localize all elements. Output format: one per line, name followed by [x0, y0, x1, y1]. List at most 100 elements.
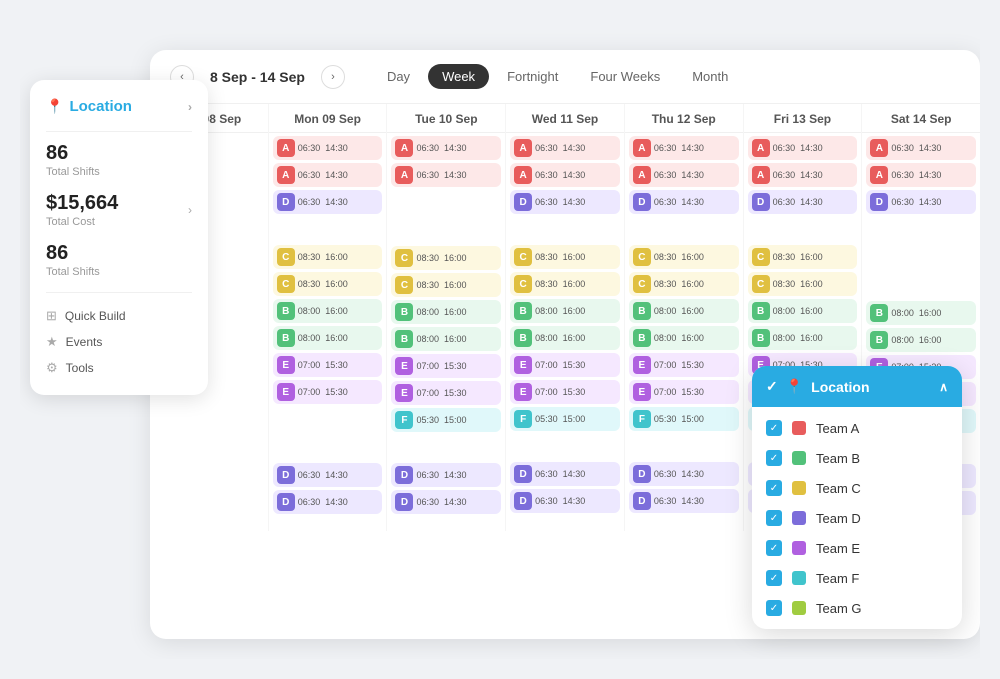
tab-day[interactable]: Day — [373, 64, 424, 89]
stat-cost-chevron-icon: › — [188, 203, 192, 217]
team-a-check-icon: ✓ — [766, 420, 782, 436]
shift-mon-d1[interactable]: D 06:30 14:30 — [273, 190, 383, 214]
shift-tue-c1[interactable]: C 08:30 16:00 — [391, 246, 501, 270]
shift-tue-b2[interactable]: B 08:00 16:00 — [391, 327, 501, 351]
shift-thu-c2[interactable]: C 08:30 16:00 — [629, 272, 739, 296]
team-item-f[interactable]: ✓ Team F — [752, 563, 962, 593]
shift-tue-d2[interactable]: D 06:30 14:30 — [391, 490, 501, 514]
dropdown-header-label: Location — [811, 379, 869, 395]
shift-wed-a2[interactable]: A 06:30 14:30 — [510, 163, 620, 187]
shift-tue-f1[interactable]: F 05:30 15:00 — [391, 408, 501, 432]
tab-fortnight[interactable]: Fortnight — [493, 64, 572, 89]
shift-tue-empty3 — [391, 435, 501, 460]
shift-thu-a1[interactable]: A 06:30 14:30 — [629, 136, 739, 160]
team-f-check-icon: ✓ — [766, 570, 782, 586]
shift-fri-a1[interactable]: A 06:30 14:30 — [748, 136, 858, 160]
sidebar-card: 📍 Location › 86 Total Shifts $15,664 Tot… — [30, 80, 208, 395]
shift-tue-e1[interactable]: E 07:00 15:30 — [391, 354, 501, 378]
team-e-label: Team E — [816, 541, 860, 556]
shift-wed-f1[interactable]: F 05:30 15:00 — [510, 407, 620, 431]
team-item-a[interactable]: ✓ Team A — [752, 413, 962, 443]
sidebar-chevron-icon: › — [188, 100, 192, 114]
shift-tue-b1[interactable]: B 08:00 16:00 — [391, 300, 501, 324]
shift-thu-c1[interactable]: C 08:30 16:00 — [629, 245, 739, 269]
shift-tue-c2[interactable]: C 08:30 16:00 — [391, 273, 501, 297]
tools-icon: ⚙ — [46, 360, 58, 376]
shift-mon-e1[interactable]: E 07:00 15:30 — [273, 353, 383, 377]
shift-fri-c1[interactable]: C 08:30 16:00 — [748, 245, 858, 269]
shift-fri-b2[interactable]: B 08:00 16:00 — [748, 326, 858, 350]
team-b-check-icon: ✓ — [766, 450, 782, 466]
shift-wed-c1[interactable]: C 08:30 16:00 — [510, 245, 620, 269]
shift-sat-d1[interactable]: D 06:30 14:30 — [866, 190, 976, 214]
shift-thu-e2[interactable]: E 07:00 15:30 — [629, 380, 739, 404]
shift-thu-b2[interactable]: B 08:00 16:00 — [629, 326, 739, 350]
shift-sat-a2[interactable]: A 06:30 14:30 — [866, 163, 976, 187]
shift-sat-empty1 — [866, 217, 976, 242]
team-item-d[interactable]: ✓ Team D — [752, 503, 962, 533]
shift-mon-a1[interactable]: A 06:30 14:30 — [273, 136, 383, 160]
shift-wed-e1[interactable]: E 07:00 15:30 — [510, 353, 620, 377]
menu-item-quick-build[interactable]: ⊞ Quick Build — [46, 303, 192, 329]
stat-total-cost[interactable]: $15,664 Total Cost › — [46, 192, 192, 228]
dropdown-body: ✓ Team A ✓ Team B ✓ Team C ✓ Team D ✓ — [752, 407, 962, 629]
team-item-b[interactable]: ✓ Team B — [752, 443, 962, 473]
shift-sat-b1[interactable]: B 08:00 16:00 — [866, 301, 976, 325]
shift-tue-a1[interactable]: A 06:30 14:30 — [391, 136, 501, 160]
team-a-dot — [792, 421, 806, 435]
shift-wed-d2[interactable]: D 06:30 14:30 — [510, 462, 620, 486]
menu-item-tools[interactable]: ⚙ Tools — [46, 355, 192, 381]
shift-fri-d1[interactable]: D 06:30 14:30 — [748, 190, 858, 214]
shift-tue-e2[interactable]: E 07:00 15:30 — [391, 381, 501, 405]
shift-mon-c1[interactable]: C 08:30 16:00 — [273, 245, 383, 269]
team-g-label: Team G — [816, 601, 862, 616]
shift-mon-c2[interactable]: C 08:30 16:00 — [273, 272, 383, 296]
shift-fri-c2[interactable]: C 08:30 16:00 — [748, 272, 858, 296]
shift-wed-e2[interactable]: E 07:00 15:30 — [510, 380, 620, 404]
shift-mon-b2[interactable]: B 08:00 16:00 — [273, 326, 383, 350]
shift-mon-d3[interactable]: D 06:30 14:30 — [273, 490, 383, 514]
shift-thu-d1[interactable]: D 06:30 14:30 — [629, 190, 739, 214]
tab-week[interactable]: Week — [428, 64, 489, 89]
shift-sat-b2[interactable]: B 08:00 16:00 — [866, 328, 976, 352]
shift-mon-b1[interactable]: B 08:00 16:00 — [273, 299, 383, 323]
next-button[interactable]: › — [321, 65, 345, 89]
shift-wed-d1[interactable]: D 06:30 14:30 — [510, 190, 620, 214]
shift-mon-e2[interactable]: E 07:00 15:30 — [273, 380, 383, 404]
shift-wed-c2[interactable]: C 08:30 16:00 — [510, 272, 620, 296]
shift-tue-a2[interactable]: A 06:30 14:30 — [391, 163, 501, 187]
divider-2 — [46, 292, 192, 293]
team-e-check-icon: ✓ — [766, 540, 782, 556]
shift-wed-d3[interactable]: D 06:30 14:30 — [510, 489, 620, 513]
shift-tue-d1[interactable]: D 06:30 14:30 — [391, 463, 501, 487]
menu-label-quick-build: Quick Build — [65, 309, 126, 323]
shift-wed-b2[interactable]: B 08:00 16:00 — [510, 326, 620, 350]
shift-fri-a2[interactable]: A 06:30 14:30 — [748, 163, 858, 187]
shift-thu-d3[interactable]: D 06:30 14:30 — [629, 489, 739, 513]
tab-month[interactable]: Month — [678, 64, 742, 89]
shift-mon-d2[interactable]: D 06:30 14:30 — [273, 463, 383, 487]
col-tue: Tue 10 Sep A 06:30 14:30 A 06:30 14:30 — [387, 104, 506, 531]
shift-wed-a1[interactable]: A 06:30 14:30 — [510, 136, 620, 160]
shift-thu-e1[interactable]: E 07:00 15:30 — [629, 353, 739, 377]
tab-four-weeks[interactable]: Four Weeks — [576, 64, 674, 89]
menu-item-events[interactable]: ★ Events — [46, 329, 192, 355]
shift-mon-empty2 — [273, 407, 383, 432]
team-item-g[interactable]: ✓ Team G — [752, 593, 962, 623]
team-e-dot — [792, 541, 806, 555]
shift-thu-a2[interactable]: A 06:30 14:30 — [629, 163, 739, 187]
shift-wed-b1[interactable]: B 08:00 16:00 — [510, 299, 620, 323]
day-header-thu: Thu 12 Sep — [625, 104, 743, 133]
shift-thu-f1[interactable]: F 05:30 15:00 — [629, 407, 739, 431]
team-item-e[interactable]: ✓ Team E — [752, 533, 962, 563]
shift-mon-a2[interactable]: A 06:30 14:30 — [273, 163, 383, 187]
divider-1 — [46, 131, 192, 132]
sidebar-location[interactable]: 📍 Location › — [46, 98, 192, 115]
shift-thu-d2[interactable]: D 06:30 14:30 — [629, 462, 739, 486]
shift-thu-b1[interactable]: B 08:00 16:00 — [629, 299, 739, 323]
dropdown-header[interactable]: ✓ 📍 Location ∧ — [752, 366, 962, 407]
shift-fri-b1[interactable]: B 08:00 16:00 — [748, 299, 858, 323]
shift-sat-a1[interactable]: A 06:30 14:30 — [866, 136, 976, 160]
shift-mon-empty1 — [273, 217, 383, 242]
team-item-c[interactable]: ✓ Team C — [752, 473, 962, 503]
